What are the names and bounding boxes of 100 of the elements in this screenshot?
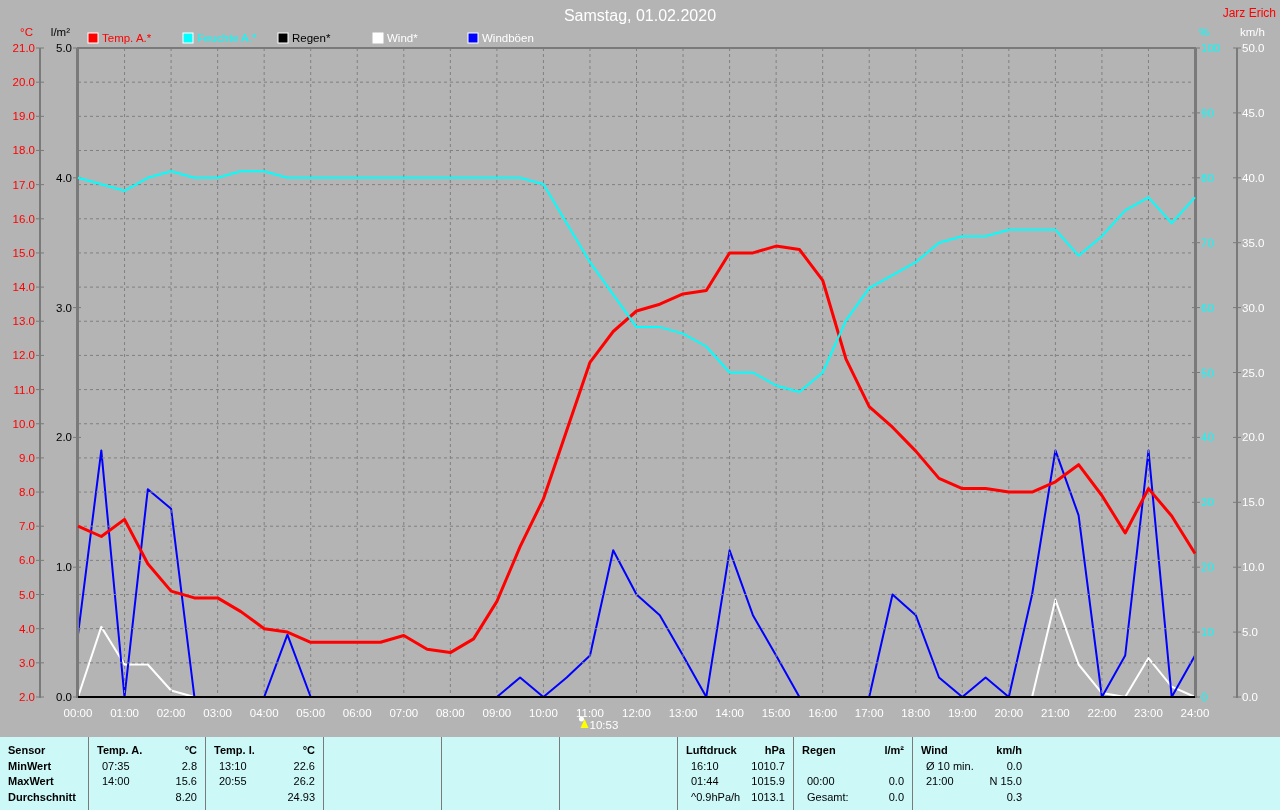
axis-tick-label: 1.0 bbox=[56, 561, 72, 574]
axis-tick-label: 16.0 bbox=[12, 212, 35, 225]
axis-tick-label: 21.0 bbox=[12, 42, 35, 54]
value-cell: 0.0 bbox=[888, 789, 904, 805]
axis-tick-label: 11.0 bbox=[13, 383, 35, 396]
row-label: Durchschnitt bbox=[8, 789, 77, 805]
value-cell-text: 15.6 bbox=[175, 774, 197, 789]
axis-tick-label: 5.0 bbox=[1242, 626, 1258, 639]
axis-tick-label: 10.0 bbox=[12, 417, 35, 430]
x-tick-label: 08:00 bbox=[435, 707, 465, 719]
value-cell: 0.3 bbox=[1006, 789, 1022, 805]
axis-tick-label: 4.0 bbox=[56, 171, 72, 184]
time-cell-text: 14:00 bbox=[101, 774, 130, 789]
axis-tick-label: 20.0 bbox=[1242, 431, 1265, 444]
axis-tick-label: 3.0 bbox=[56, 301, 72, 314]
time-cell-text: ^0.9hPa/h bbox=[690, 789, 741, 805]
axis-tick-label: 20.0 bbox=[12, 76, 35, 89]
x-tick-label: 15:00 bbox=[761, 707, 791, 719]
panel-title: Temp. I. bbox=[214, 743, 255, 758]
axis-tick-label: 100 bbox=[1201, 42, 1221, 54]
x-tick-label: 12:00 bbox=[622, 707, 651, 719]
axis-tick-label: 3.0 bbox=[19, 656, 35, 669]
x-tick-label: 17:00 bbox=[854, 707, 884, 719]
axis-tick-label: 60 bbox=[1201, 301, 1214, 314]
x-tick-label: 18:00 bbox=[901, 707, 931, 719]
axis-unit-label: l/m² bbox=[50, 26, 70, 38]
axis-tick-label: 5.0 bbox=[19, 588, 35, 601]
value-cell: 0.0 bbox=[1006, 758, 1022, 774]
axis-tick-label: 10 bbox=[1201, 626, 1214, 639]
axis-tick-label: 90 bbox=[1201, 106, 1214, 119]
row-label: MinWert bbox=[8, 758, 53, 774]
axis-tick-label: 0.0 bbox=[56, 691, 72, 703]
x-tick-label: 23:00 bbox=[1134, 707, 1163, 719]
x-tick-label: 10:00 bbox=[529, 707, 558, 719]
axis-tick-label: 40.0 bbox=[1242, 171, 1265, 184]
legend-label: Temp. A.* bbox=[102, 32, 152, 44]
time-cell-text: Gesamt: bbox=[806, 789, 849, 805]
axis-tick-label: 12.0 bbox=[12, 349, 35, 362]
legend-label: Wind* bbox=[387, 32, 418, 44]
axis-tick-label: 7.0 bbox=[19, 520, 35, 533]
legend-label: Windböen bbox=[482, 32, 534, 44]
x-tick-label: 00:00 bbox=[63, 707, 93, 719]
value-cell: 22.6 bbox=[293, 758, 315, 774]
panel-unit: °C bbox=[302, 743, 315, 758]
x-tick-label: 22:00 bbox=[1087, 707, 1117, 719]
axis-tick-label: 8.0 bbox=[19, 486, 35, 499]
time-cell-text: 01:44 bbox=[690, 774, 719, 789]
axis-tick-label: 17.0 bbox=[12, 178, 35, 191]
axis-tick-label: 15.0 bbox=[12, 246, 35, 259]
x-tick-label: 01:00 bbox=[110, 707, 139, 719]
legend-label: Feuchte A.* bbox=[197, 32, 257, 44]
x-tick-label: 24:00 bbox=[1180, 707, 1210, 719]
x-tick-label: 05:00 bbox=[296, 707, 326, 719]
value-cell: 8.20 bbox=[175, 789, 197, 805]
author-label: Jarz Erich bbox=[1222, 6, 1276, 20]
axis-tick-label: 20 bbox=[1201, 561, 1214, 574]
axis-tick-label: 35.0 bbox=[1242, 236, 1265, 249]
x-tick-label: 20:00 bbox=[994, 707, 1024, 719]
axis-tick-label: 40 bbox=[1201, 431, 1214, 444]
row-label: MaxWert bbox=[8, 774, 55, 789]
x-tick-label: 14:00 bbox=[715, 707, 744, 719]
time-cell-text: 07:35 bbox=[101, 758, 130, 774]
x-tick-label: 13:00 bbox=[668, 707, 698, 719]
axis-unit-label: km/h bbox=[1240, 26, 1265, 38]
axis-tick-label: 2.0 bbox=[19, 691, 35, 703]
axis-tick-label: 80 bbox=[1201, 171, 1214, 184]
value-cell-text: 1015.9 bbox=[751, 774, 785, 789]
axis-tick-label: 13.0 bbox=[12, 315, 35, 328]
axis-tick-label: 6.0 bbox=[19, 554, 35, 567]
axis-tick-label: 45.0 bbox=[1242, 106, 1265, 119]
annotation-label: 10:53 bbox=[589, 719, 619, 731]
axis-tick-label: 14.0 bbox=[12, 281, 35, 294]
axis-tick-label: 4.0 bbox=[19, 622, 35, 635]
axis-tick-label: 50.0 bbox=[1242, 42, 1265, 54]
axis-tick-label: 30 bbox=[1201, 496, 1214, 509]
x-tick-label: 21:00 bbox=[1041, 707, 1070, 719]
panel-title: Temp. A. bbox=[97, 743, 143, 758]
x-tick-label: 09:00 bbox=[482, 707, 512, 719]
x-tick-label: 02:00 bbox=[156, 707, 186, 719]
x-tick-label: 06:00 bbox=[342, 707, 372, 719]
time-cell-text: 21:00 bbox=[925, 774, 954, 789]
axis-tick-label: 9.0 bbox=[19, 451, 35, 464]
time-cell-text: 13:10 bbox=[218, 758, 247, 774]
time-cell-text: Ø 10 min. bbox=[925, 758, 974, 774]
panel-unit: hPa bbox=[764, 743, 785, 758]
panel-title: Wind bbox=[921, 743, 948, 758]
legend-label: Regen* bbox=[292, 32, 331, 44]
time-cell-text: 20:55 bbox=[218, 774, 247, 789]
axis-tick-label: 10.0 bbox=[1242, 561, 1265, 574]
chart-title: Samstag, 01.02.2020 bbox=[563, 7, 717, 24]
axis-tick-label: 70 bbox=[1201, 236, 1214, 249]
axis-tick-label: 5.0 bbox=[56, 42, 72, 54]
axis-unit-label: °C bbox=[20, 26, 33, 38]
x-tick-label: 04:00 bbox=[249, 707, 279, 719]
row-label: Sensor bbox=[8, 743, 47, 758]
x-tick-label: 19:00 bbox=[947, 707, 977, 719]
x-tick-label: 07:00 bbox=[389, 707, 419, 719]
time-cell-text: 16:10 bbox=[690, 758, 719, 774]
axis-tick-label: 15.0 bbox=[1242, 496, 1265, 509]
value-cell: 24.93 bbox=[287, 789, 315, 805]
